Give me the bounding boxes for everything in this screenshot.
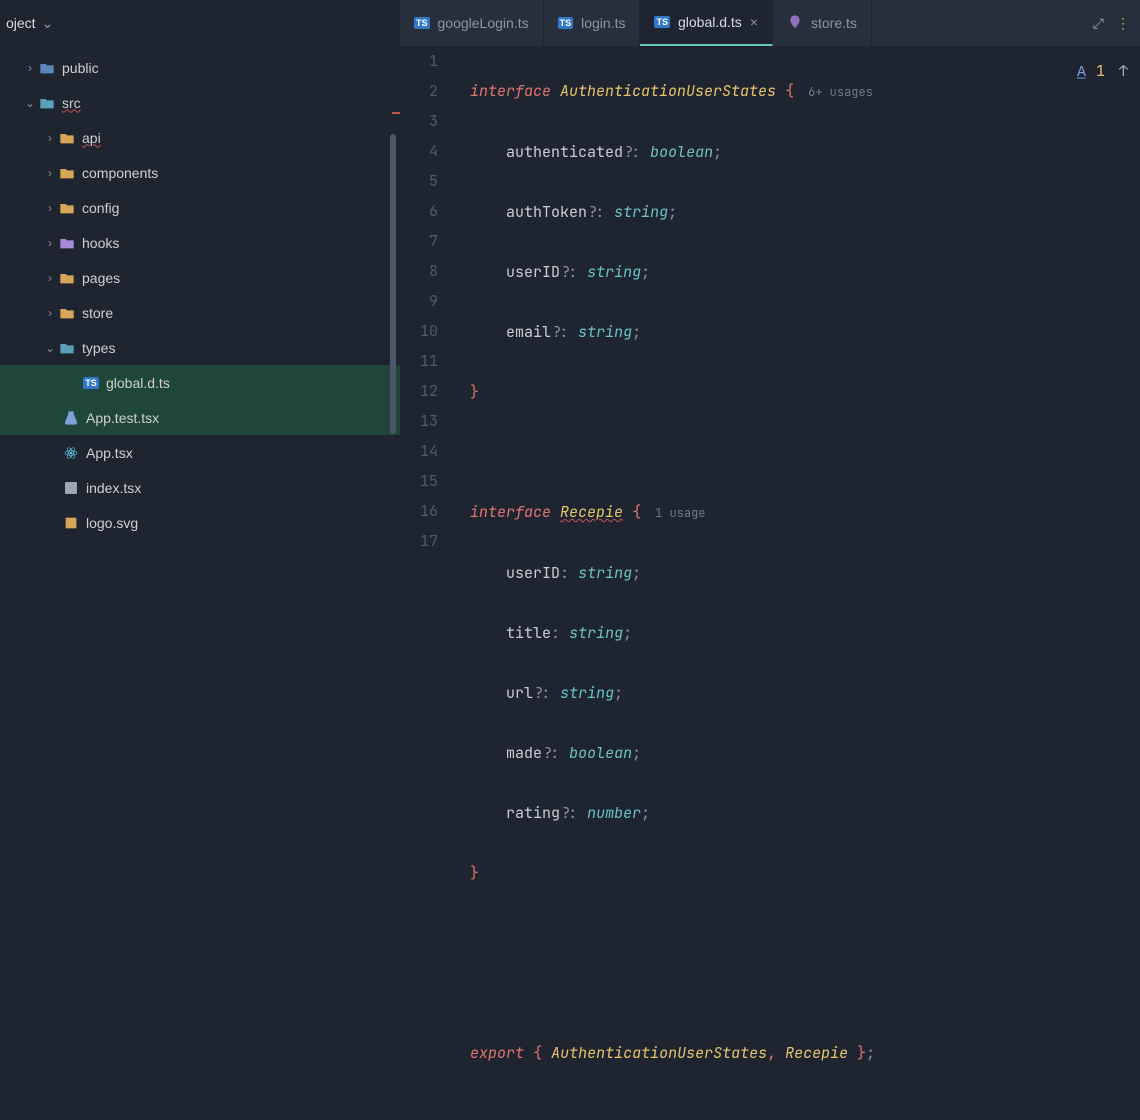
chevron-down-icon: ⌄: [42, 341, 58, 355]
tab-globaldts[interactable]: TS global.d.ts ×: [640, 0, 773, 46]
chevron-right-icon: ›: [42, 271, 58, 285]
tree-label: App.test.tsx: [86, 410, 159, 426]
types-folder-icon: [58, 339, 76, 357]
tree-folder-components[interactable]: › components: [0, 155, 400, 190]
tree-file-apptsx[interactable]: App.tsx: [0, 435, 400, 470]
tab-googlelogin[interactable]: TS googleLogin.ts: [400, 0, 544, 46]
tree-folder-api[interactable]: › api: [0, 120, 400, 155]
chevron-right-icon: ›: [42, 166, 58, 180]
line-number: 13: [400, 406, 438, 436]
tree-folder-hooks[interactable]: › hooks: [0, 225, 400, 260]
line-number: 6: [400, 196, 438, 226]
expand-icon[interactable]: ⤢: [1093, 15, 1104, 32]
project-title: oject: [6, 15, 36, 31]
tree-label: types: [82, 340, 115, 356]
tree-file-logosvg[interactable]: logo.svg: [0, 505, 400, 540]
tree-folder-pages[interactable]: › pages: [0, 260, 400, 295]
tree-file-apptest[interactable]: App.test.tsx: [0, 400, 400, 435]
test-file-icon: [62, 409, 80, 427]
project-sidebar: oject ⌄ › public ⌄ src › api › component…: [0, 0, 400, 560]
react-file-icon: [62, 444, 80, 462]
pages-folder-icon: [58, 269, 76, 287]
ts-file-icon: TS: [82, 374, 100, 392]
line-number: 5: [400, 166, 438, 196]
svg-file-icon: [62, 514, 80, 532]
store-folder-icon: [58, 304, 76, 322]
tree-folder-store[interactable]: › store: [0, 295, 400, 330]
line-number: 17: [400, 526, 438, 556]
chevron-down-icon: ⌄: [22, 96, 38, 110]
tree-label: App.tsx: [86, 445, 133, 461]
tree-folder-config[interactable]: › config: [0, 190, 400, 225]
line-number: 2: [400, 76, 438, 106]
index-file-icon: [62, 479, 80, 497]
tree-label: logo.svg: [86, 515, 138, 531]
api-folder-icon: [58, 129, 76, 147]
tree-label: components: [82, 165, 158, 181]
line-number: 3: [400, 106, 438, 136]
chevron-right-icon: ›: [42, 306, 58, 320]
tree-label: config: [82, 200, 119, 216]
chevron-right-icon: ›: [22, 61, 38, 75]
globe-folder-icon: [38, 59, 56, 77]
tab-label: global.d.ts: [678, 14, 742, 30]
gutter: 1 2 3 4 5 6 7 8 9 10 11 12 13 14 15 16 1…: [400, 46, 452, 1120]
tree-label: global.d.ts: [106, 375, 170, 391]
tab-actions: ⤢ ⋮: [1083, 15, 1140, 32]
scrollbar[interactable]: [390, 134, 396, 434]
tree-label: src: [62, 95, 81, 111]
chevron-down-icon: ⌄: [42, 15, 54, 32]
tree-file-indextsx[interactable]: index.tsx: [0, 470, 400, 505]
tree-folder-types[interactable]: ⌄ types: [0, 330, 400, 365]
editor-body[interactable]: A̲ 1 ↑ 1 2 3 4 5 6 7 8 9 10 11 12 13 14 …: [400, 46, 1140, 1120]
line-number: 12: [400, 376, 438, 406]
tree-label: api: [82, 130, 101, 146]
line-number: 7: [400, 226, 438, 256]
tree-label: public: [62, 60, 99, 76]
line-number: 15: [400, 466, 438, 496]
tab-label: googleLogin.ts: [438, 15, 529, 31]
tab-login[interactable]: TS login.ts: [544, 0, 641, 46]
ts-folder-icon: [38, 94, 56, 112]
tab-label: login.ts: [581, 15, 625, 31]
ts-file-icon: TS: [654, 16, 670, 28]
close-icon[interactable]: ×: [750, 14, 758, 30]
line-number: 11: [400, 346, 438, 376]
tree-label: index.tsx: [86, 480, 141, 496]
line-number: 8: [400, 256, 438, 286]
tab-store[interactable]: store.ts: [773, 0, 872, 46]
ts-file-icon: TS: [414, 17, 430, 29]
line-number: 14: [400, 436, 438, 466]
line-number: 1: [400, 46, 438, 76]
line-number: 4: [400, 136, 438, 166]
config-folder-icon: [58, 199, 76, 217]
tree-label: hooks: [82, 235, 119, 251]
tree-label: store: [82, 305, 113, 321]
project-tree: › public ⌄ src › api › components › conf…: [0, 46, 400, 560]
tab-bar: TS googleLogin.ts TS login.ts TS global.…: [400, 0, 1140, 46]
tree-folder-public[interactable]: › public: [0, 50, 400, 85]
chevron-right-icon: ›: [42, 131, 58, 145]
project-selector[interactable]: oject ⌄: [0, 0, 400, 46]
ts-file-icon: TS: [558, 17, 574, 29]
editor-area: TS googleLogin.ts TS login.ts TS global.…: [400, 0, 1140, 560]
line-number: 9: [400, 286, 438, 316]
tree-folder-src[interactable]: ⌄ src: [0, 85, 400, 120]
error-marker: [392, 112, 400, 114]
redux-file-icon: [787, 14, 803, 33]
more-icon[interactable]: ⋮: [1116, 15, 1130, 32]
tab-label: store.ts: [811, 15, 857, 31]
chevron-right-icon: ›: [42, 236, 58, 250]
tree-label: pages: [82, 270, 120, 286]
tree-file-globaldts[interactable]: TS global.d.ts: [0, 365, 400, 400]
hooks-folder-icon: [58, 234, 76, 252]
chevron-right-icon: ›: [42, 201, 58, 215]
line-number: 16: [400, 496, 438, 526]
line-number: 10: [400, 316, 438, 346]
code-content[interactable]: interface AuthenticationUserStates {6+ u…: [452, 46, 1140, 1120]
components-folder-icon: [58, 164, 76, 182]
